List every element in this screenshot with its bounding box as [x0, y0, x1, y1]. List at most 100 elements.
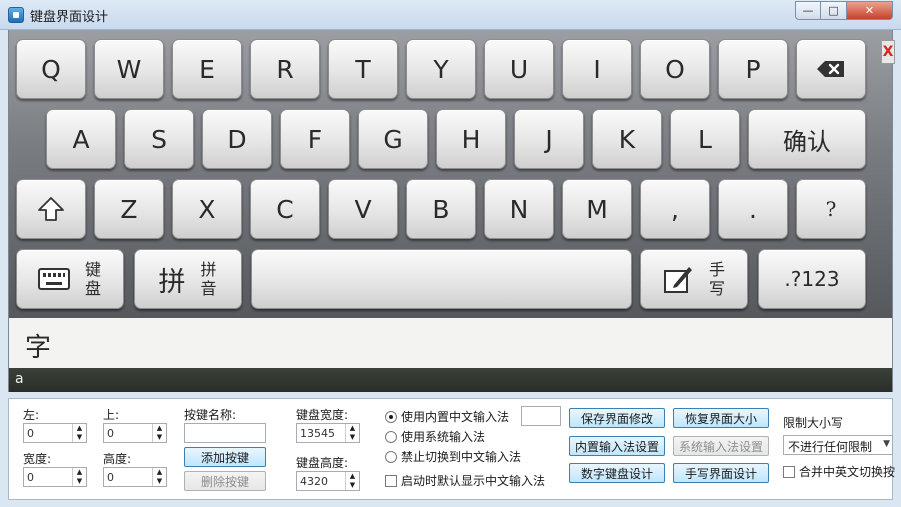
key-question[interactable]: ? [796, 179, 866, 239]
composition-text: a [15, 371, 24, 387]
radio-builtin-ime[interactable]: 使用内置中文输入法 [385, 408, 509, 425]
radio-selected-icon [385, 410, 397, 423]
numeric-keyboard-design-button[interactable]: 数字键盘设计 [569, 463, 665, 483]
minimize-button[interactable]: — [795, 1, 821, 20]
candidate-bar: 字 [8, 318, 893, 368]
key-t[interactable]: T [328, 39, 398, 99]
keyname-label: 按键名称: [184, 408, 237, 422]
keyboard-switch-key[interactable]: 键盘 [16, 249, 124, 309]
shift-up-arrow-icon [38, 197, 64, 221]
app-icon [8, 7, 24, 23]
key-p[interactable]: P [718, 39, 788, 99]
key-comma[interactable]: , [640, 179, 710, 239]
spin-down-icon: ▼ [76, 433, 83, 441]
system-ime-settings-button[interactable]: 系统输入法设置 [673, 436, 769, 456]
radio-system-ime[interactable]: 使用系统输入法 [385, 428, 485, 445]
composition-line: a [8, 368, 893, 392]
key-v[interactable]: V [328, 179, 398, 239]
spin-down-icon: ▼ [156, 433, 163, 441]
keyboard-height-spinbox[interactable]: 4320 ▲ ▼ [296, 471, 360, 491]
add-key-button[interactable]: 添加按键 [184, 447, 266, 467]
radio-disable-chinese[interactable]: 禁止切换到中文输入法 [385, 448, 521, 465]
spin-up-icon: ▲ [76, 468, 83, 476]
key-y[interactable]: Y [406, 39, 476, 99]
limit-case-label: 限制大小写 [783, 416, 844, 430]
startup-chinese-checkbox[interactable]: 启动时默认显示中文输入法 [385, 472, 545, 489]
key-m[interactable]: M [562, 179, 632, 239]
keyboard-width-label: 键盘宽度: [296, 408, 349, 422]
key-c[interactable]: C [250, 179, 320, 239]
spin-up-icon: ▲ [349, 424, 356, 432]
spin-down-icon: ▼ [76, 477, 83, 485]
height-label: 高度: [103, 452, 132, 466]
key-f[interactable]: F [280, 109, 350, 169]
key-w[interactable]: W [94, 39, 164, 99]
settings-panel: 左: 0 ▲ ▼ 上: 0 ▲ ▼ 宽度: 0 ▲ ▼ 高度: 0 ▲ ▼ 按键名称: … [8, 398, 895, 500]
key-k[interactable]: K [592, 109, 662, 169]
handwrite-key-label: 手写 [708, 260, 725, 298]
keyboard-icon [38, 268, 70, 290]
key-d[interactable]: D [202, 109, 272, 169]
radio-icon [385, 430, 397, 443]
key-r[interactable]: R [250, 39, 320, 99]
handwrite-key[interactable]: 手写 [640, 249, 748, 309]
key-g[interactable]: G [358, 109, 428, 169]
merge-switch-checkbox[interactable]: 合并中英文切换按 [783, 463, 895, 480]
keyboard-height-label: 键盘高度: [296, 456, 349, 470]
candidate-item[interactable]: 字 [25, 327, 51, 364]
radio-icon [385, 450, 397, 463]
key-b[interactable]: B [406, 179, 476, 239]
width-spinbox[interactable]: 0 ▲ ▼ [23, 467, 87, 487]
spin-up-icon: ▲ [156, 424, 163, 432]
spin-up-icon: ▲ [349, 472, 356, 480]
key-period[interactable]: . [718, 179, 788, 239]
keyboard-key-label: 键盘 [84, 260, 101, 298]
key-o[interactable]: O [640, 39, 710, 99]
height-spinbox[interactable]: 0 ▲ ▼ [103, 467, 167, 487]
pinyin-big-label: 拼 [158, 266, 186, 298]
spin-up-icon: ▲ [156, 468, 163, 476]
key-a[interactable]: A [46, 109, 116, 169]
key-u[interactable]: U [484, 39, 554, 99]
close-window-button[interactable]: ✕ [847, 1, 893, 20]
backspace-key[interactable] [796, 39, 866, 99]
pinyin-key-label: 拼音 [200, 260, 217, 298]
maximize-button[interactable]: □ [821, 1, 847, 20]
key-x[interactable]: X [172, 179, 242, 239]
checkbox-icon [385, 474, 397, 487]
window-title: 键盘界面设计 [30, 10, 109, 25]
key-z[interactable]: Z [94, 179, 164, 239]
key-j[interactable]: J [514, 109, 584, 169]
spin-up-icon: ▲ [76, 424, 83, 432]
builtin-ime-settings-button[interactable]: 内置输入法设置 [569, 436, 665, 456]
left-label: 左: [23, 408, 40, 422]
chevron-down-icon: ▼ [883, 439, 890, 449]
ime-hotkey-input[interactable] [521, 406, 561, 426]
shift-key[interactable] [16, 179, 86, 239]
restore-ui-button[interactable]: 恢复界面大小 [673, 408, 769, 428]
handwrite-pen-icon [664, 267, 692, 293]
pinyin-key[interactable]: 拼 拼音 [134, 249, 242, 309]
key-i[interactable]: I [562, 39, 632, 99]
key-n[interactable]: N [484, 179, 554, 239]
left-spinbox[interactable]: 0 ▲ ▼ [23, 423, 87, 443]
numbers-key[interactable]: .?123 [758, 249, 866, 309]
key-e[interactable]: E [172, 39, 242, 99]
keyboard-width-spinbox[interactable]: 13545 ▲ ▼ [296, 423, 360, 443]
key-h[interactable]: H [436, 109, 506, 169]
window-controls: — □ ✕ [795, 1, 893, 20]
key-q[interactable]: Q [16, 39, 86, 99]
confirm-key[interactable]: 确认 [748, 109, 866, 169]
limit-case-select[interactable]: 不进行任何限制 ▼ [783, 435, 893, 455]
close-keyboard-icon[interactable]: X [881, 40, 895, 64]
keyname-input[interactable] [184, 423, 266, 443]
handwrite-ui-design-button[interactable]: 手写界面设计 [673, 463, 769, 483]
spin-down-icon: ▼ [349, 481, 356, 489]
space-key[interactable] [251, 249, 632, 309]
key-l[interactable]: L [670, 109, 740, 169]
backspace-icon [817, 61, 844, 77]
delete-key-button[interactable]: 删除按键 [184, 471, 266, 491]
save-ui-button[interactable]: 保存界面修改 [569, 408, 665, 428]
key-s[interactable]: S [124, 109, 194, 169]
top-spinbox[interactable]: 0 ▲ ▼ [103, 423, 167, 443]
